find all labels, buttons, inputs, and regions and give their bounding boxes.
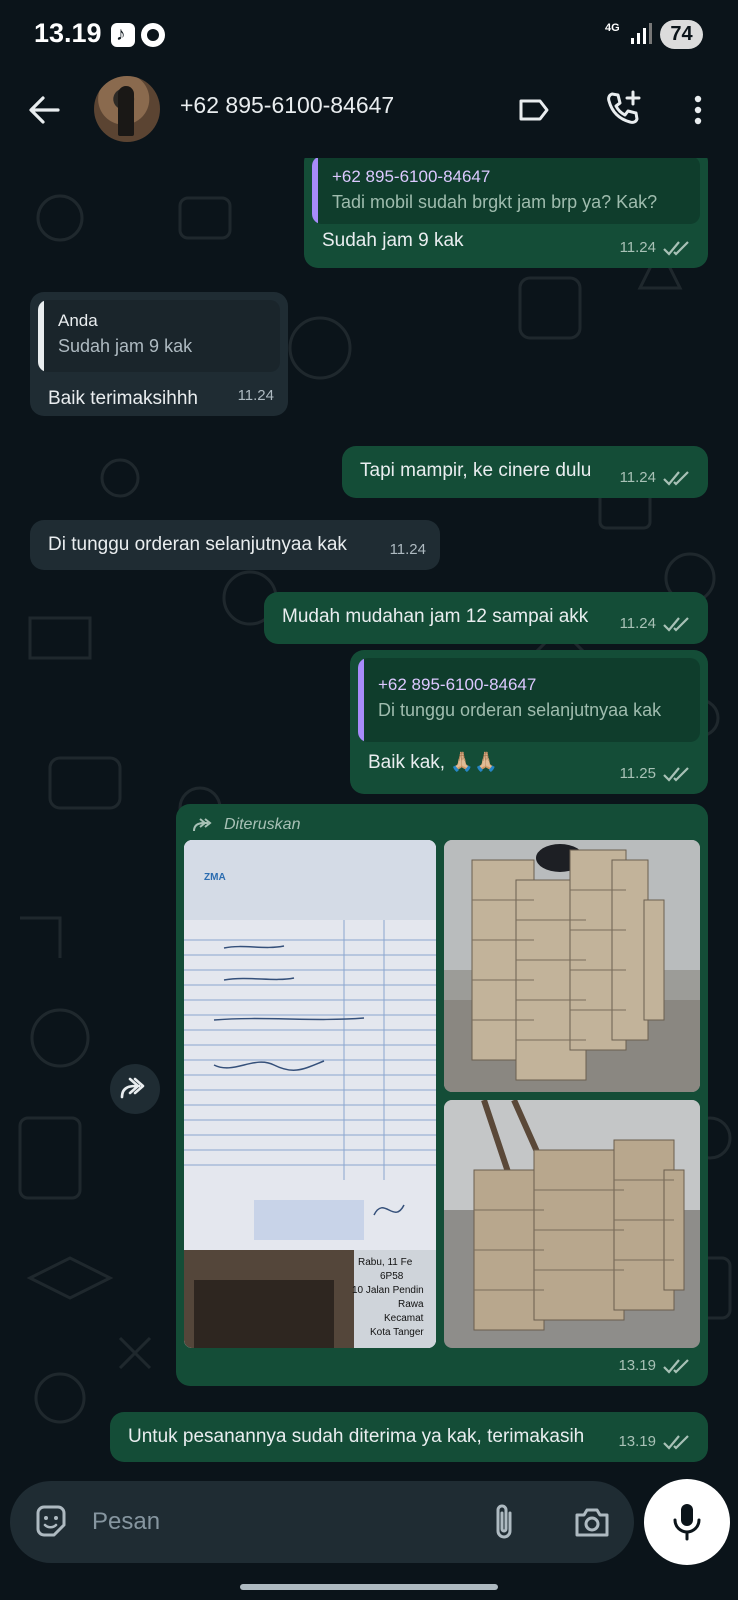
more-vert-icon[interactable] <box>685 90 711 130</box>
message-bubble-out[interactable]: +62 895-6100-84647 Di tunggu orderan sel… <box>350 650 708 794</box>
message-meta: 11.24 <box>238 383 274 408</box>
quote-text: Sudah jam 9 kak <box>58 336 193 356</box>
camera-icon[interactable] <box>572 1503 612 1541</box>
quote-text: Di tunggu orderan selanjutnyaa kak <box>378 700 662 720</box>
forward-icon <box>120 1077 145 1099</box>
read-ticks-icon <box>663 616 689 632</box>
home-indicator[interactable] <box>240 1584 498 1590</box>
contact-avatar[interactable] <box>94 76 160 142</box>
status-bar: 13.19 4G 74 <box>0 0 738 72</box>
quote-author: +62 895-6100-84647 <box>378 675 537 694</box>
battery-indicator: 74 <box>660 20 703 49</box>
svg-text:ZMA: ZMA <box>204 872 226 883</box>
quoted-message[interactable]: Anda Sudah jam 9 kak <box>38 300 280 372</box>
message-text: Baik kak, 🙏🏼🙏🏼 <box>368 752 498 773</box>
tiles-stack-photo-1[interactable] <box>444 840 700 1092</box>
message-meta: 11.25 <box>620 761 694 786</box>
quote-author: +62 895-6100-84647 <box>332 167 491 186</box>
status-time: 13.19 <box>34 18 102 48</box>
add-call-icon[interactable] <box>603 88 643 128</box>
label-icon[interactable] <box>516 92 552 128</box>
forward-button[interactable] <box>110 1064 160 1114</box>
message-time: 11.24 <box>237 387 274 404</box>
read-ticks-icon <box>663 1358 689 1374</box>
forwarded-label: Diteruskan <box>192 812 300 837</box>
message-time: 13.19 <box>618 1433 656 1450</box>
message-time: 11.24 <box>619 469 656 486</box>
quoted-message[interactable]: +62 895-6100-84647 Di tunggu orderan sel… <box>358 658 700 742</box>
message-time: 13.19 <box>618 1357 656 1374</box>
network-type: 4G <box>605 22 620 34</box>
message-meta: 13.19 <box>618 1353 694 1378</box>
message-input-bar <box>10 1481 634 1563</box>
message-meta: 13.19 <box>618 1429 694 1454</box>
message-bubble-out[interactable]: +62 895-6100-84647 Tadi mobil sudah brgk… <box>304 158 708 268</box>
contact-name[interactable]: +62 895-6100-84647 <box>180 92 394 119</box>
chat-header: +62 895-6100-84647 <box>0 72 738 158</box>
message-text: Sudah jam 9 kak <box>322 230 464 251</box>
sticker-emoji-icon[interactable] <box>32 1503 70 1541</box>
message-time: 11.25 <box>619 765 656 782</box>
message-bubble-in[interactable]: Di tunggu orderan selanjutnyaa kak 11.24 <box>30 520 440 570</box>
message-meta: 11.24 <box>620 465 694 490</box>
receipt-photo[interactable]: ZMA Rabu, 11 Fe 6P58 10 Jalan Pendin Raw… <box>184 840 436 1348</box>
attach-icon[interactable] <box>488 1501 520 1543</box>
message-text: Baik terimaksihhh <box>48 388 198 409</box>
read-ticks-icon <box>663 240 689 256</box>
svg-text:Rabu, 11 Fe: Rabu, 11 Fe <box>358 1257 413 1268</box>
quote-bar <box>312 158 318 224</box>
message-time: 11.24 <box>389 541 426 558</box>
message-bubble-out[interactable]: Mudah mudahan jam 12 sampai akk 11.24 <box>264 592 708 644</box>
quote-author: Anda <box>58 311 98 330</box>
back-arrow-icon[interactable] <box>24 90 64 130</box>
tiles-stack-photo-2[interactable] <box>444 1100 700 1348</box>
read-ticks-icon <box>663 1434 689 1450</box>
message-meta: 11.24 <box>390 537 426 562</box>
message-meta: 11.24 <box>620 611 694 636</box>
message-text: Untuk pesanannya sudah diterima ya kak, … <box>128 1426 585 1447</box>
chat-area[interactable]: +62 895-6100-84647 Tadi mobil sudah brgk… <box>0 158 738 1468</box>
message-input[interactable] <box>92 1505 472 1539</box>
message-bubble-out[interactable]: Tapi mampir, ke cinere dulu 11.24 <box>342 446 708 498</box>
receipt-illustration: ZMA Rabu, 11 Fe 6P58 10 Jalan Pendin Raw… <box>184 840 436 1348</box>
signal-icon <box>631 23 652 44</box>
forwarded-album-bubble[interactable]: Diteruskan ZMA Rabu, 11 Fe 6P58 10 Jalan… <box>176 804 708 1386</box>
tiles-illustration-2 <box>444 1100 700 1348</box>
svg-text:Kecamat: Kecamat <box>384 1313 424 1324</box>
tiktok-notification-icon <box>111 23 135 47</box>
svg-text:Kota Tanger: Kota Tanger <box>370 1327 424 1338</box>
message-time: 11.24 <box>619 615 656 632</box>
quote-bar <box>38 300 44 372</box>
forwarded-text: Diteruskan <box>224 816 301 833</box>
tiles-illustration-1 <box>444 840 700 1092</box>
message-text: Mudah mudahan jam 12 sampai akk <box>282 606 589 627</box>
message-text: Tapi mampir, ke cinere dulu <box>360 460 592 481</box>
message-bubble-in[interactable]: Anda Sudah jam 9 kak Baik terimaksihhh 1… <box>30 292 288 416</box>
message-text: Di tunggu orderan selanjutnyaa kak <box>48 534 347 555</box>
forward-icon <box>193 817 212 831</box>
svg-text:6P58: 6P58 <box>380 1271 404 1282</box>
message-meta: 11.24 <box>620 235 694 260</box>
quote-bar <box>358 658 364 742</box>
read-ticks-icon <box>663 766 689 782</box>
quote-text: Tadi mobil sudah brgkt jam brp ya? Kak? <box>332 192 658 212</box>
quoted-message[interactable]: +62 895-6100-84647 Tadi mobil sudah brgk… <box>312 158 700 224</box>
svg-text:10 Jalan Pendin: 10 Jalan Pendin <box>352 1285 424 1296</box>
message-time: 11.24 <box>619 239 656 256</box>
app-notification-icon <box>141 23 165 47</box>
svg-text:Rawa: Rawa <box>398 1299 424 1310</box>
message-bubble-out[interactable]: Untuk pesanannya sudah diterima ya kak, … <box>110 1412 708 1462</box>
microphone-icon <box>673 1504 701 1541</box>
read-ticks-icon <box>663 470 689 486</box>
voice-record-button[interactable] <box>644 1479 730 1565</box>
